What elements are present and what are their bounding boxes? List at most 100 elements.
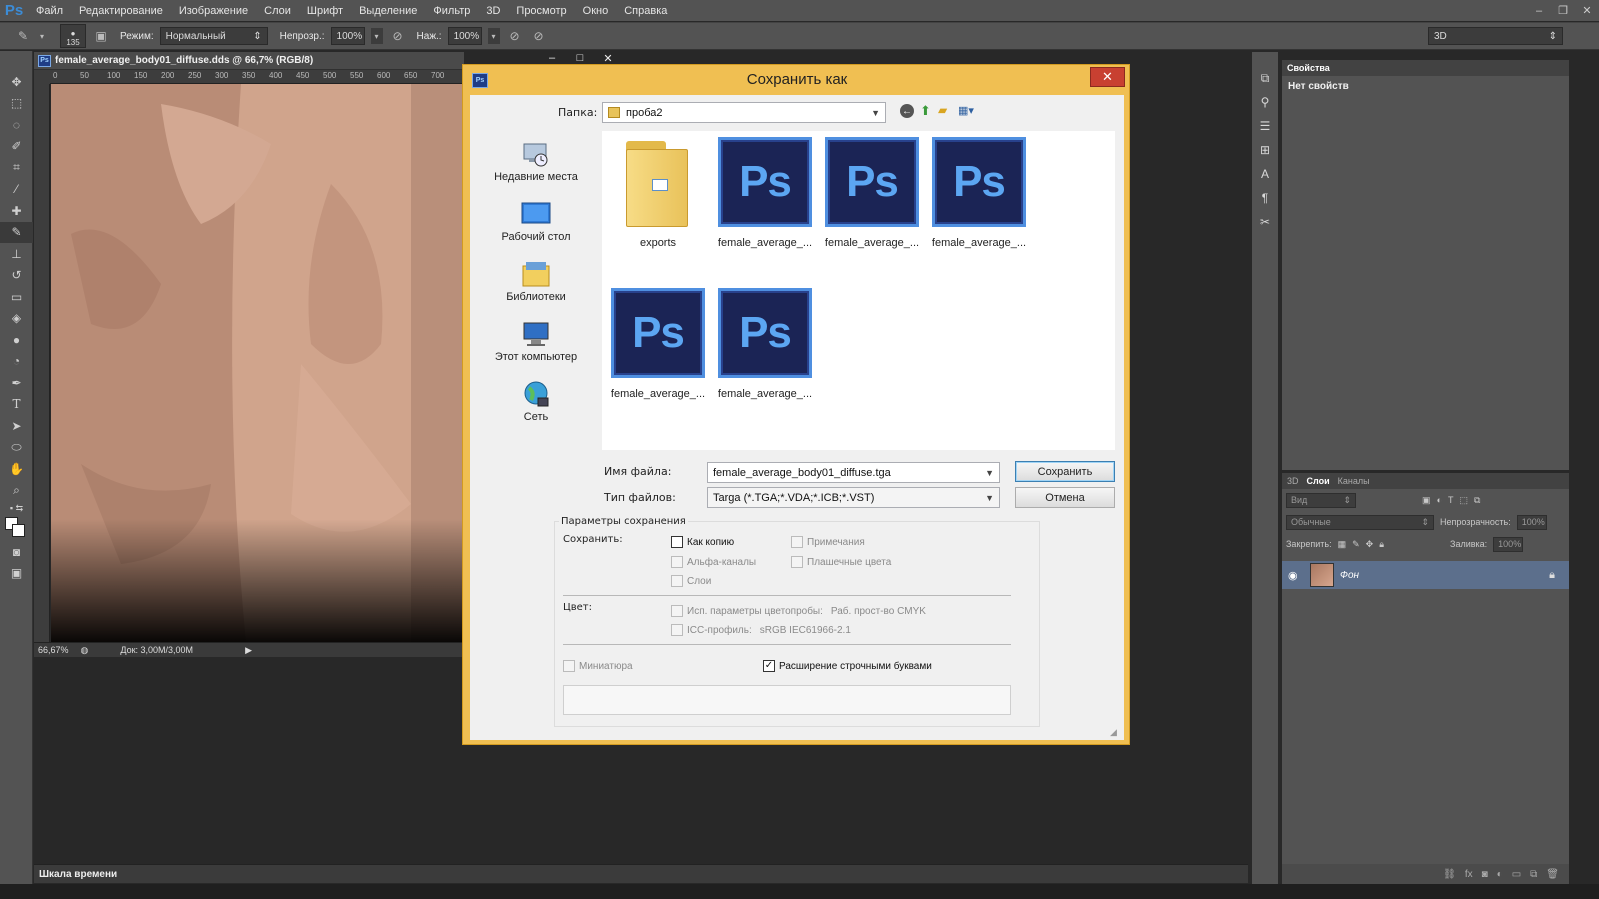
menu-3d[interactable]: 3D bbox=[478, 5, 508, 17]
brush-tool-icon[interactable]: ✎ bbox=[0, 221, 33, 243]
opacity-field[interactable]: 100% bbox=[330, 27, 365, 45]
delete-layer-icon[interactable]: 🗑︎ bbox=[1546, 869, 1559, 880]
eraser-tool-icon[interactable]: ▭ bbox=[0, 286, 33, 308]
shape-tool-icon[interactable]: ⬭ bbox=[0, 437, 33, 459]
menu-type[interactable]: Шрифт bbox=[299, 5, 351, 17]
chevron-down-icon[interactable]: ▾ bbox=[38, 27, 46, 45]
lock-pixels-icon[interactable]: ✎ bbox=[1352, 539, 1360, 550]
brush-settings-icon[interactable]: ⚲ bbox=[1252, 90, 1278, 114]
color-swatches[interactable] bbox=[0, 515, 33, 541]
blend-mode-select[interactable]: Обычные ⇕ bbox=[1286, 514, 1434, 530]
close-app-button[interactable]: ✕ bbox=[1575, 0, 1599, 21]
document-canvas[interactable] bbox=[51, 84, 464, 642]
lock-position-icon[interactable]: ✥ bbox=[1366, 539, 1374, 550]
minimize-button[interactable]: – bbox=[1527, 0, 1551, 21]
menu-select[interactable]: Выделение bbox=[351, 5, 425, 17]
notes-checkbox[interactable]: Примечания bbox=[791, 536, 865, 548]
file-item-psd[interactable]: Ps female_average_... bbox=[820, 137, 924, 267]
dodge-tool-icon[interactable]: ◔ bbox=[0, 351, 33, 373]
float-close-button[interactable]: ✕ bbox=[594, 52, 622, 65]
file-item-psd[interactable]: Ps female_average_... bbox=[606, 288, 710, 418]
back-icon[interactable]: ← bbox=[900, 104, 914, 118]
filter-pixel-icon[interactable]: ▣ bbox=[1422, 495, 1431, 506]
lock-transparent-icon[interactable]: ▦ bbox=[1338, 539, 1347, 550]
fx-icon[interactable]: fx bbox=[1465, 869, 1473, 880]
resize-grip-icon[interactable]: ◢ bbox=[1110, 727, 1117, 738]
lasso-tool-icon[interactable]: ◌ bbox=[0, 114, 33, 136]
layer-filter-select[interactable]: Вид ⇕ bbox=[1286, 492, 1356, 508]
place-libraries[interactable]: Библиотеки bbox=[476, 251, 596, 311]
status-info-icon[interactable]: ◍ bbox=[81, 645, 89, 656]
hand-tool-icon[interactable]: ✋ bbox=[0, 458, 33, 480]
layer-opacity-field[interactable]: 100% bbox=[1516, 514, 1547, 530]
brush-panel-icon[interactable]: ▣ bbox=[92, 27, 110, 45]
adjustments-icon[interactable]: ☰ bbox=[1252, 114, 1278, 138]
file-item-psd[interactable]: Ps female_average_... bbox=[713, 288, 817, 418]
pressure-field[interactable]: 100% bbox=[447, 27, 482, 45]
tools-preset-icon[interactable]: ✂ bbox=[1252, 210, 1278, 234]
folder-select[interactable]: проба2 ▼ bbox=[602, 102, 886, 123]
brush-tool-icon[interactable]: ✎ bbox=[14, 27, 32, 45]
eyedropper-tool-icon[interactable]: ⁄ bbox=[0, 179, 33, 201]
history-panel-icon[interactable]: ⧉ bbox=[1252, 66, 1278, 90]
history-brush-tool-icon[interactable]: ↺ bbox=[0, 265, 33, 287]
stamp-tool-icon[interactable]: ⊥ bbox=[0, 243, 33, 265]
quick-mask-icon[interactable]: ◙ bbox=[0, 541, 33, 563]
pen-tool-icon[interactable]: ✒ bbox=[0, 372, 33, 394]
move-tool-icon[interactable]: ✥ bbox=[0, 71, 33, 93]
cancel-button[interactable]: Отмена bbox=[1015, 487, 1115, 508]
lock-all-icon[interactable]: 🔒︎ bbox=[1379, 539, 1384, 550]
menu-file[interactable]: Файл bbox=[28, 5, 71, 17]
proof-setup-checkbox[interactable]: Исп. параметры цветопробы: Раб. прост-во … bbox=[671, 605, 926, 617]
paragraph-panel-icon[interactable]: ¶ bbox=[1252, 186, 1278, 210]
zoom-level[interactable]: 66,67% bbox=[38, 645, 69, 655]
workspace-select[interactable]: 3D ⇕ bbox=[1428, 27, 1563, 45]
spot-colors-checkbox[interactable]: Плашечные цвета bbox=[791, 556, 891, 568]
file-item-psd[interactable]: Ps female_average_... bbox=[927, 137, 1031, 267]
menu-filter[interactable]: Фильтр bbox=[425, 5, 478, 17]
clone-source-icon[interactable]: ⊞ bbox=[1252, 138, 1278, 162]
float-minimize-button[interactable]: ‒ bbox=[538, 52, 566, 64]
pressure-size-icon[interactable]: ⊘ bbox=[530, 27, 548, 45]
filter-shape-icon[interactable]: ⬚ bbox=[1459, 495, 1468, 506]
type-tool-icon[interactable]: T bbox=[0, 394, 33, 416]
brush-preset-picker[interactable]: ● 135 bbox=[60, 24, 86, 48]
horizontal-ruler[interactable]: 0 50 100 150 200 250 300 350 400 450 500… bbox=[50, 70, 464, 84]
add-mask-icon[interactable]: ◙ bbox=[1482, 869, 1488, 880]
new-layer-icon[interactable]: ⧉ bbox=[1530, 869, 1537, 880]
menu-edit[interactable]: Редактирование bbox=[71, 5, 171, 17]
alpha-channels-checkbox[interactable]: Альфа-каналы bbox=[671, 556, 756, 568]
new-folder-icon[interactable]: ▰ bbox=[938, 103, 947, 117]
adjustment-layer-icon[interactable]: ◐ bbox=[1497, 869, 1503, 880]
dialog-close-button[interactable]: ✕ bbox=[1090, 67, 1125, 87]
file-item-folder[interactable]: exports bbox=[606, 137, 710, 267]
crop-tool-icon[interactable]: ⌗ bbox=[0, 157, 33, 179]
tab-3d[interactable]: 3D bbox=[1287, 476, 1299, 486]
place-desktop[interactable]: Рабочий стол bbox=[476, 191, 596, 251]
link-layers-icon[interactable]: ⛓ bbox=[1443, 869, 1456, 880]
pressure-opacity-icon[interactable]: ⊘ bbox=[389, 27, 407, 45]
path-select-tool-icon[interactable]: ➤ bbox=[0, 415, 33, 437]
opacity-dropdown-icon[interactable]: ▾ bbox=[370, 28, 383, 44]
up-folder-icon[interactable]: ⬆ bbox=[920, 103, 931, 119]
filetype-select[interactable]: Targa (*.TGA;*.VDA;*.ICB;*.VST) ▼ bbox=[707, 487, 1000, 508]
lowercase-extension-checkbox[interactable]: ✓ Расширение строчными буквами bbox=[763, 660, 932, 672]
default-colors-icon[interactable]: ▪ ⇆ bbox=[0, 501, 33, 515]
document-tab[interactable]: Ps female_average_body01_diffuse.dds @ 6… bbox=[34, 52, 464, 70]
menu-help[interactable]: Справка bbox=[616, 5, 675, 17]
tab-channels[interactable]: Каналы bbox=[1338, 476, 1370, 486]
visibility-eye-icon[interactable]: ◉ bbox=[1288, 569, 1304, 582]
layers-checkbox[interactable]: Слои bbox=[671, 575, 711, 587]
filename-input[interactable]: female_average_body01_diffuse.tga ▼ bbox=[707, 462, 1000, 483]
vertical-ruler[interactable] bbox=[34, 84, 50, 642]
timeline-panel[interactable]: Шкала времени bbox=[34, 864, 1248, 883]
tab-properties[interactable]: Свойства bbox=[1287, 63, 1330, 73]
layer-name[interactable]: Фон bbox=[1340, 570, 1359, 581]
filter-adjust-icon[interactable]: ◐ bbox=[1437, 495, 1442, 505]
icc-profile-checkbox[interactable]: ICC-профиль: sRGB IEC61966-2.1 bbox=[671, 624, 851, 636]
float-maximize-button[interactable]: □ bbox=[566, 52, 594, 64]
screen-mode-icon[interactable]: ▣ bbox=[0, 563, 33, 585]
view-menu-icon[interactable]: ▦▾ bbox=[958, 104, 974, 117]
as-copy-checkbox[interactable]: Как копию bbox=[671, 536, 734, 548]
mode-select[interactable]: Нормальный ⇕ bbox=[159, 27, 268, 45]
